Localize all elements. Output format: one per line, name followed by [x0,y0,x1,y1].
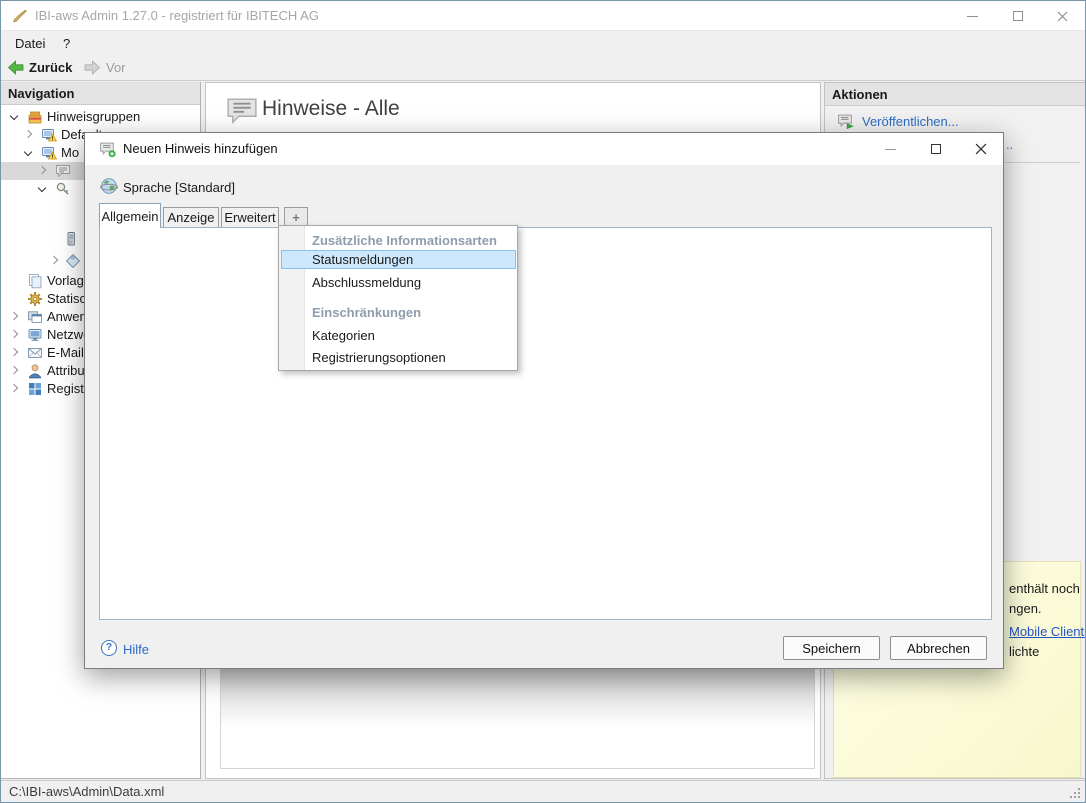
minimize-button[interactable] [950,1,995,31]
dialog-neuen-hinweis: Neuen Hinweis hinzufügen Sprache [Standa… [84,132,1004,669]
note-line-2: ngen. [1009,599,1086,619]
expander-right-icon[interactable] [38,166,46,174]
maximize-icon [931,144,941,154]
main-window: IBI-aws Admin 1.27.0 - registriert für I… [0,0,1086,803]
back-button[interactable]: Zurück [7,55,72,80]
menu-datei[interactable]: Datei [15,32,45,55]
menu-item-statusmeldungen[interactable]: Statusmeldungen [312,251,413,269]
monitor-warning-icon [41,127,57,143]
cancel-button[interactable]: Abbrechen [890,636,987,660]
menu-bar: Datei ? [1,32,1085,55]
maximize-icon [1013,11,1023,21]
status-bar: C:\IBI-aws\Admin\Data.xml [1,780,1085,803]
menu-header-informationsarten: Zusätzliche Informationsarten [312,232,497,250]
menu-gutter [279,226,305,370]
tab-anzeige[interactable]: Anzeige [163,207,219,228]
publish-bubble-icon [837,113,854,130]
page-title: Hinweise - Alle [262,97,400,121]
tree-item-hinweisgruppen[interactable]: Hinweisgruppen [1,108,200,126]
forward-button[interactable]: Vor [84,55,126,80]
close-button[interactable] [1040,1,1085,31]
gear-icon [27,291,43,307]
expander-down-icon[interactable] [10,112,18,120]
expander-right-icon[interactable] [50,256,58,264]
tab-page-allgemein [99,227,992,620]
phone-icon [63,231,79,247]
data-file-path: C:\IBI-aws\Admin\Data.xml [9,781,164,803]
save-button[interactable]: Speichern [783,636,880,660]
key-icon [55,181,71,197]
resize-grip[interactable] [1069,787,1082,800]
titlebar: IBI-aws Admin 1.27.0 - registriert für I… [1,1,1085,31]
close-icon [1057,11,1068,22]
minimize-icon [967,16,978,17]
toolbar: Zurück Vor [1,55,1085,81]
language-label: Sprache [Standard] [123,178,235,198]
expander-right-icon[interactable] [10,330,18,338]
dialog-minimize-button[interactable] [868,133,913,165]
email-icon [27,345,43,361]
expander-right-icon[interactable] [10,312,18,320]
person-icon [27,363,43,379]
pages-icon [27,273,43,289]
dialog-titlebar: Neuen Hinweis hinzufügen [85,133,1003,165]
content-list-area [220,661,815,769]
expander-down-icon[interactable] [38,184,46,192]
expander-right-icon[interactable] [10,384,18,392]
note-line-1: enthält noch [1009,579,1086,599]
menu-item-registrierungsoptionen[interactable]: Registrierungsoptionen [312,349,446,367]
monitor-warning-icon [41,145,57,161]
actions-header: Aktionen [832,87,888,102]
menu-item-kategorien[interactable]: Kategorien [312,327,375,345]
forward-label: Vor [106,60,126,75]
window-title: IBI-aws Admin 1.27.0 - registriert für I… [35,1,319,31]
hinweise-bubble-icon [224,96,260,128]
add-info-menu: Zusätzliche Informationsarten Statusmeld… [278,225,518,371]
maximize-button[interactable] [995,1,1040,31]
menu-header-einschraenkungen: Einschränkungen [312,304,421,322]
network-monitor-icon [27,327,43,343]
help-link[interactable]: Hilfe [123,642,149,657]
tab-allgemein[interactable]: Allgemein [99,203,161,228]
publish-action[interactable]: Veröffentlichen... [837,113,959,130]
expander-right-icon[interactable] [10,348,18,356]
tag-icon [65,253,81,269]
close-icon [975,143,987,155]
dialog-maximize-button[interactable] [913,133,958,165]
expander-right-icon[interactable] [24,130,32,138]
back-arrow-icon [7,59,24,76]
menu-help[interactable]: ? [63,32,70,55]
speech-bubble-icon [55,163,71,179]
note-line-3: lichte [1009,642,1086,662]
grid-icon [27,381,43,397]
publish-link: Veröffentlichen... [862,114,959,129]
app-icon [12,8,28,24]
navigation-header: Navigation [8,86,74,101]
mobile-clients-link[interactable]: Mobile Clients [1009,624,1086,639]
expander-down-icon[interactable] [24,148,32,156]
truncated-action-link[interactable]: .. [1006,137,1013,152]
bubble-add-icon [99,141,116,158]
menu-item-abschlussmeldung[interactable]: Abschlussmeldung [312,274,421,292]
dialog-close-button[interactable] [958,133,1003,165]
globe-icon [100,177,118,195]
help-icon: ? [101,640,117,656]
forward-arrow-icon [84,59,101,76]
applications-icon [27,309,43,325]
package-icon [27,109,43,125]
dialog-title: Neuen Hinweis hinzufügen [123,133,278,165]
tab-erweitert[interactable]: Erweitert [221,207,279,228]
expander-right-icon[interactable] [10,366,18,374]
minimize-icon [885,149,896,150]
back-label: Zurück [29,60,72,75]
